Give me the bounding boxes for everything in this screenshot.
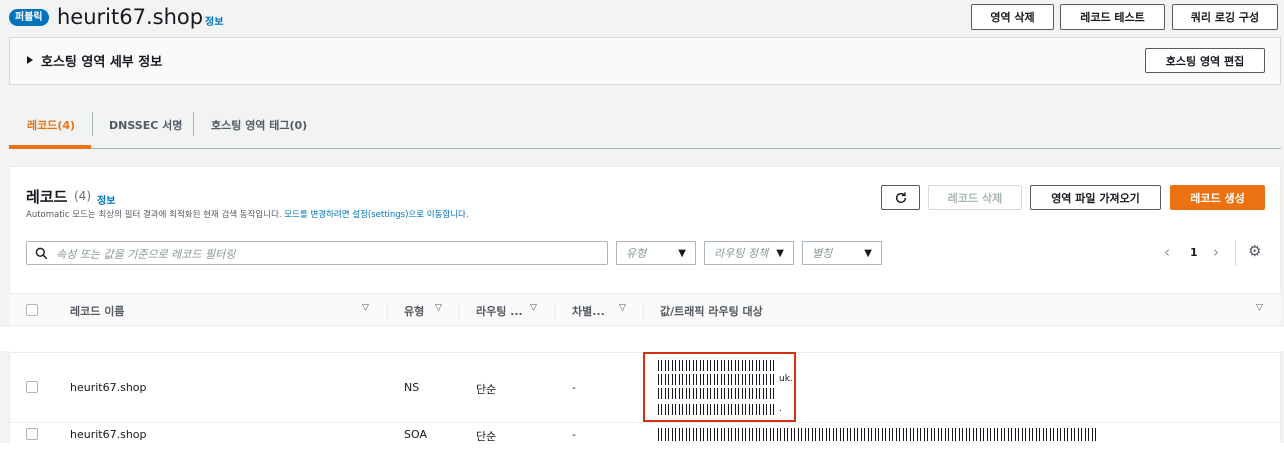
tabs-divider [9, 148, 1281, 149]
caret-down-icon: ▼ [864, 247, 872, 259]
caret-right-icon[interactable] [27, 56, 33, 64]
redacted-value-line [658, 388, 776, 399]
table-footer-space [0, 443, 1284, 461]
search-icon [35, 247, 48, 260]
routing-policy-filter-select[interactable]: 라우팅 정책 ▼ [704, 241, 794, 265]
tab-records[interactable]: 레코드(4) [27, 117, 75, 133]
chevron-left-icon[interactable]: ‹ [1164, 243, 1170, 261]
column-divider [458, 302, 459, 320]
column-routing[interactable]: 라우팅 ... [476, 303, 523, 319]
active-tab-indicator [9, 145, 91, 149]
record-differentiator: - [572, 428, 576, 441]
tab-hosted-zone-tags[interactable]: 호스팅 영역 태그(0) [211, 117, 307, 133]
type-filter-label: 유형 [626, 247, 647, 260]
records-description: Automatic 모드는 최상의 필터 결과에 최적화된 현재 검색 동작입니… [26, 208, 469, 220]
alias-filter-select[interactable]: 별칭 ▼ [802, 241, 882, 265]
redacted-value-line [658, 374, 776, 385]
record-differentiator: - [572, 381, 576, 394]
record-name[interactable]: heurit67.shop [70, 381, 147, 394]
create-record-button[interactable]: 레코드 생성 [1170, 185, 1265, 210]
search-placeholder: 속성 또는 값을 기준으로 레코드 필터링 [56, 248, 236, 261]
public-badge: 퍼블릭 [9, 9, 49, 26]
table-header [9, 293, 1281, 326]
row-divider [9, 422, 1281, 423]
sort-icon[interactable]: ▽ [530, 303, 537, 313]
column-type[interactable]: 유형 [404, 303, 424, 319]
edit-hosted-zone-button[interactable]: 호스팅 영역 편집 [1145, 48, 1265, 73]
info-link[interactable]: 정보 [205, 13, 223, 28]
test-record-button[interactable]: 레코드 테스트 [1060, 4, 1165, 30]
row-checkbox[interactable] [26, 381, 38, 393]
caret-down-icon: ▼ [678, 247, 686, 259]
records-description-text: Automatic 모드는 최상의 필터 결과에 최적화된 현재 검색 동작입니… [26, 210, 285, 220]
redacted-value-line [658, 360, 776, 371]
hosted-zone-details-title[interactable]: 호스팅 영역 세부 정보 [41, 51, 162, 70]
record-routing: 단순 [476, 383, 497, 396]
tab-divider [92, 112, 93, 136]
row-checkbox[interactable] [26, 428, 38, 440]
record-routing: 단순 [476, 430, 497, 443]
refresh-button[interactable] [881, 185, 920, 210]
sort-icon[interactable]: ▽ [435, 303, 442, 313]
sort-icon[interactable]: ▽ [619, 303, 626, 313]
redacted-value-line [658, 428, 1096, 441]
routing-filter-label: 라우팅 정책 [714, 247, 769, 260]
refresh-icon [895, 191, 906, 203]
search-input[interactable]: 속성 또는 값을 기준으로 레코드 필터링 [26, 241, 608, 265]
chevron-right-icon[interactable]: › [1213, 243, 1219, 261]
type-filter-select[interactable]: 유형 ▼ [616, 241, 696, 265]
record-type: SOA [404, 428, 427, 441]
records-count: (4) [74, 189, 91, 203]
delete-zone-button[interactable]: 영역 삭제 [971, 4, 1054, 30]
delete-record-button[interactable]: 레코드 삭제 [928, 185, 1022, 210]
record-type: NS [404, 381, 420, 394]
sort-icon[interactable]: ▽ [1256, 303, 1263, 313]
column-divider [643, 302, 644, 320]
pagination-divider [1235, 240, 1236, 266]
page-title: heurit67.shop [57, 5, 204, 29]
column-divider [387, 302, 388, 320]
records-info-link[interactable]: 정보 [97, 192, 115, 207]
hosted-zone-details-panel [9, 37, 1281, 85]
caret-down-icon: ▼ [776, 247, 784, 259]
value-suffix: . [779, 404, 782, 414]
redacted-value-line [658, 404, 776, 415]
table-row [0, 327, 1284, 351]
record-name[interactable]: heurit67.shop [70, 428, 147, 441]
alias-filter-label: 별칭 [812, 247, 833, 260]
page-number[interactable]: 1 [1190, 246, 1198, 259]
select-all-checkbox[interactable] [26, 304, 38, 316]
value-suffix: uk. [779, 374, 793, 384]
column-divider [554, 302, 555, 320]
sort-icon[interactable]: ▽ [362, 303, 369, 313]
import-zone-file-button[interactable]: 영역 파일 가져오기 [1030, 185, 1161, 210]
column-differentiator[interactable]: 차별... [572, 303, 605, 319]
tab-divider [193, 112, 194, 136]
tab-dnssec[interactable]: DNSSEC 서명 [109, 117, 182, 133]
settings-link[interactable]: 모드를 변경하려면 설정(settings)으로 이동합니다. [284, 210, 468, 220]
records-heading: 레코드 [26, 188, 68, 206]
column-value[interactable]: 값/트래픽 라우팅 대상 [660, 303, 763, 319]
query-logging-button[interactable]: 쿼리 로깅 구성 [1172, 4, 1278, 30]
column-record-name[interactable]: 레코드 이름 [70, 303, 124, 319]
gear-icon[interactable]: ⚙ [1248, 242, 1261, 260]
